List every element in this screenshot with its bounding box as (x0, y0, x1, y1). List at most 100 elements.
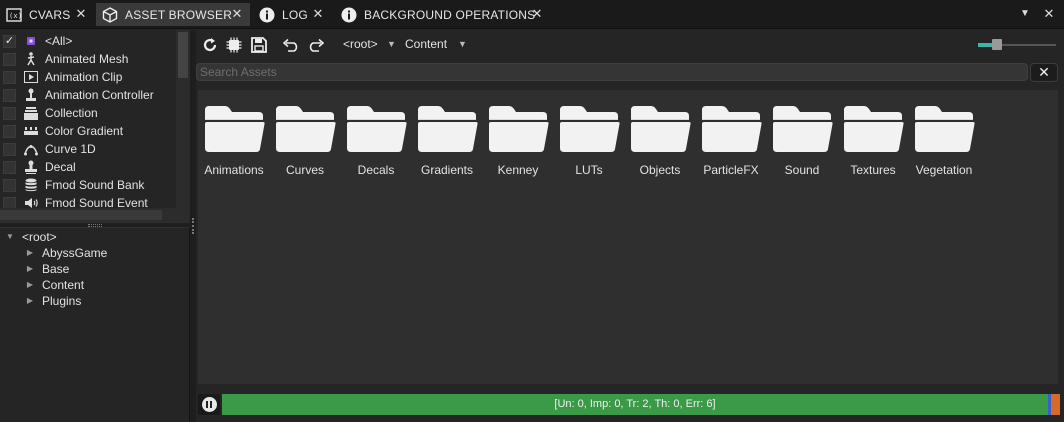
tree-item[interactable]: ▶ Plugins (24, 293, 81, 309)
folder-icon (345, 104, 407, 154)
slider-knob[interactable] (992, 39, 1002, 50)
checkbox[interactable] (3, 71, 16, 84)
tab-background-operations[interactable]: BACKGROUND OPERATIONS ✕ (335, 3, 550, 26)
chevron-down-icon[interactable]: ▼ (4, 231, 16, 243)
list-item[interactable]: Curve 1D (0, 140, 176, 158)
list-item[interactable]: ✓ <All> (0, 32, 176, 50)
tab-cvars[interactable]: (x) CVARS ✕ (0, 3, 94, 26)
breadcrumb-root[interactable]: <root> (343, 37, 378, 51)
clear-search-button[interactable]: ✕ (1030, 63, 1058, 82)
tree-item-label: AbyssGame (42, 246, 108, 260)
list-item[interactable]: Animation Controller (0, 86, 176, 104)
terminal-icon: (x) (6, 7, 22, 23)
zoom-slider[interactable] (978, 38, 1056, 52)
folder-icon (842, 104, 904, 154)
folder-item[interactable]: Objects (626, 100, 694, 200)
checkbox[interactable] (3, 53, 16, 66)
folder-item[interactable]: Curves (271, 100, 339, 200)
scrollbar-thumb[interactable] (0, 210, 162, 220)
checkbox[interactable] (3, 179, 16, 192)
vertical-scrollbar[interactable] (176, 30, 190, 222)
chevron-right-icon[interactable]: ▶ (24, 295, 36, 307)
folder-label: Gradients (420, 163, 474, 177)
folder-tree: ▼ <root> ▶ AbyssGame ▶ Base ▶ Content ▶ … (0, 229, 190, 422)
tab-bar: (x) CVARS ✕ ASSET BROWSER ✕ LOG ✕ BACKGR… (0, 0, 1064, 29)
chevron-right-icon[interactable]: ▶ (24, 279, 36, 291)
tab-asset-browser[interactable]: ASSET BROWSER ✕ (96, 3, 250, 26)
folder-item[interactable]: Kenney (484, 100, 552, 200)
pause-button[interactable] (198, 394, 220, 415)
chevron-right-icon[interactable]: ▶ (24, 263, 36, 275)
tree-item[interactable]: ▶ Base (24, 261, 69, 277)
redo-button[interactable] (306, 35, 326, 55)
toolbar: <root> ▼ Content ▼ (196, 30, 1064, 60)
checkbox[interactable] (3, 125, 16, 138)
list-item[interactable]: Animation Clip (0, 68, 176, 86)
folder-label: Decals (357, 163, 395, 177)
tab-label: BACKGROUND OPERATIONS (364, 7, 536, 22)
undo-button[interactable] (281, 35, 301, 55)
folder-icon (913, 104, 975, 154)
refresh-button[interactable] (200, 35, 220, 55)
list-item[interactable]: Color Gradient (0, 122, 176, 140)
list-item[interactable]: Animated Mesh (0, 50, 176, 68)
folder-item[interactable]: Sound (768, 100, 836, 200)
search-input[interactable] (196, 63, 1028, 81)
grip-icon (192, 218, 194, 234)
checkbox[interactable] (3, 161, 16, 174)
tree-item-root[interactable]: ▼ <root> (4, 229, 57, 245)
checkbox[interactable]: ✓ (3, 35, 16, 48)
close-icon[interactable]: ✕ (230, 7, 244, 21)
folder-item[interactable]: LUTs (555, 100, 623, 200)
scrollbar-thumb[interactable] (178, 32, 188, 78)
folder-icon (558, 104, 620, 154)
breadcrumb-current[interactable]: Content (405, 37, 447, 51)
list-item[interactable]: Fmod Sound Bank (0, 176, 176, 194)
panel-splitter[interactable] (0, 222, 190, 228)
curve-icon (24, 142, 38, 156)
close-icon[interactable]: ✕ (74, 7, 88, 21)
folder-item[interactable]: Textures (839, 100, 907, 200)
chevron-down-icon[interactable]: ▼ (1018, 7, 1032, 21)
collection-icon (24, 106, 38, 120)
chevron-right-icon[interactable]: ▶ (24, 247, 36, 259)
refresh-icon (203, 38, 217, 52)
tab-label: LOG (282, 7, 308, 22)
person-icon (24, 52, 38, 66)
tree-item[interactable]: ▶ Content (24, 277, 84, 293)
save-button[interactable] (249, 35, 269, 55)
horizontal-scrollbar[interactable] (0, 208, 176, 222)
folder-icon (700, 104, 762, 154)
chip-button[interactable] (224, 35, 244, 55)
folder-icon (274, 104, 336, 154)
tree-item[interactable]: ▶ AbyssGame (24, 245, 107, 261)
folder-icon (771, 104, 833, 154)
info-icon (259, 7, 275, 23)
undo-icon (282, 38, 298, 52)
folder-item[interactable]: Vegetation (910, 100, 978, 200)
checkbox[interactable] (3, 143, 16, 156)
list-item-label: Animation Clip (45, 70, 123, 84)
tree-item-label: Base (42, 262, 70, 276)
list-item[interactable]: Collection (0, 104, 176, 122)
checkbox[interactable] (3, 89, 16, 102)
chip-icon (226, 37, 242, 53)
folder-item[interactable]: Decals (342, 100, 410, 200)
tab-log[interactable]: LOG ✕ (253, 3, 331, 26)
cube-icon (102, 6, 118, 23)
left-panel: ✓ <All> Animated Mesh Animation Clip Ani… (0, 30, 190, 422)
folder-item[interactable]: Animations (200, 100, 268, 200)
chevron-down-icon[interactable]: ▼ (458, 39, 467, 49)
close-icon[interactable]: ✕ (530, 7, 544, 21)
close-icon[interactable]: ✕ (1042, 7, 1056, 21)
info-icon (341, 7, 357, 23)
folder-item[interactable]: Gradients (413, 100, 481, 200)
checkbox[interactable] (3, 107, 16, 120)
folder-item[interactable]: ParticleFX (697, 100, 765, 200)
database-icon (24, 178, 38, 192)
list-item[interactable]: Decal (0, 158, 176, 176)
close-icon[interactable]: ✕ (311, 7, 325, 21)
folder-icon (416, 104, 478, 154)
chevron-down-icon[interactable]: ▼ (387, 39, 396, 49)
list-item-label: Decal (45, 160, 76, 174)
